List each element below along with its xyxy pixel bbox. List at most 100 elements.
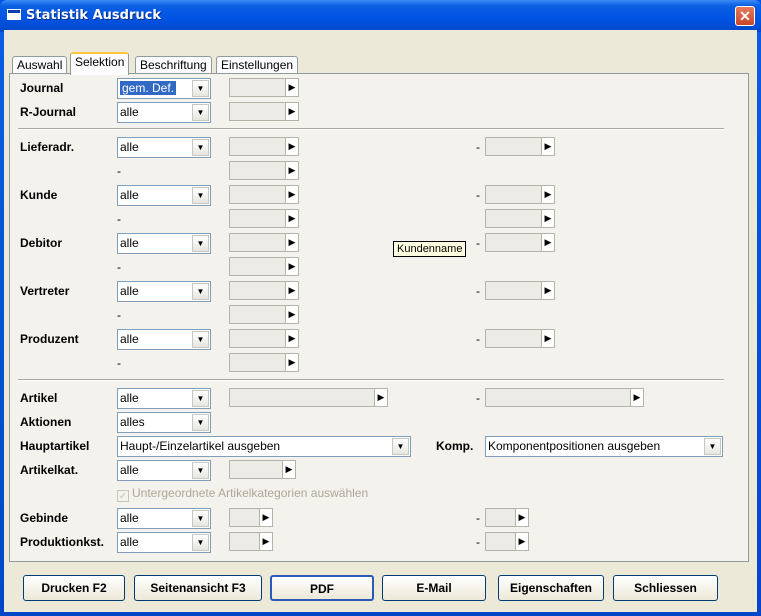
r-journal-select[interactable]: alle ▼ (117, 102, 211, 123)
arrow-right-icon[interactable]: ▶ (285, 209, 299, 228)
print-button[interactable]: Drucken F2 (23, 575, 125, 601)
artikel-select[interactable]: alle ▼ (117, 388, 211, 409)
pdf-button[interactable]: PDF (270, 575, 374, 601)
arrow-right-icon[interactable]: ▶ (541, 209, 555, 228)
chevron-down-icon: ▼ (192, 235, 209, 252)
arrow-right-icon[interactable]: ▶ (285, 102, 299, 121)
vertreter-select[interactable]: alle ▼ (117, 281, 211, 302)
close-dialog-button[interactable]: Schliessen (613, 575, 718, 601)
arrow-right-icon[interactable]: ▶ (285, 185, 299, 204)
range-dash: - (476, 391, 480, 405)
aktionen-select[interactable]: alles ▼ (117, 412, 211, 433)
separator (18, 379, 724, 381)
arrow-right-icon[interactable]: ▶ (285, 137, 299, 156)
vertreter-from-field[interactable]: ▶ (229, 281, 299, 300)
chevron-down-icon: ▼ (192, 283, 209, 300)
vertreter-right-field[interactable]: ▶ (485, 281, 555, 300)
arrow-right-icon[interactable]: ▶ (285, 329, 299, 348)
chevron-down-icon: ▼ (192, 80, 209, 97)
hauptartikel-select[interactable]: Haupt-/Einzelartikel ausgeben ▼ (117, 436, 411, 457)
subcategories-checkbox[interactable]: ✓ Untergeordnete Artikelkategorien auswäh… (117, 486, 368, 502)
arrow-right-icon[interactable]: ▶ (285, 233, 299, 252)
hauptartikel-label: Hauptartikel (20, 439, 90, 453)
lieferadr-to-field[interactable]: ▶ (229, 161, 299, 180)
kunde-right-field[interactable]: ▶ (485, 185, 555, 204)
arrow-right-icon[interactable]: ▶ (285, 161, 299, 180)
vertreter-to-field[interactable]: ▶ (229, 305, 299, 324)
debitor-to-field[interactable]: ▶ (229, 257, 299, 276)
r-journal-range-field[interactable]: ▶ (229, 102, 299, 121)
chevron-down-icon: ▼ (192, 390, 209, 407)
produktionkst-select[interactable]: alle ▼ (117, 532, 211, 553)
arrow-right-icon[interactable]: ▶ (285, 257, 299, 276)
arrow-right-icon[interactable]: ▶ (541, 281, 555, 300)
produzent-from-field[interactable]: ▶ (229, 329, 299, 348)
artikelkat-select[interactable]: alle ▼ (117, 460, 211, 481)
kunde-to-field[interactable]: ▶ (229, 209, 299, 228)
arrow-right-icon[interactable]: ▶ (285, 305, 299, 324)
arrow-right-icon[interactable]: ▶ (541, 329, 555, 348)
lieferadr-select[interactable]: alle ▼ (117, 137, 211, 158)
arrow-right-icon[interactable]: ▶ (259, 532, 273, 551)
arrow-right-icon[interactable]: ▶ (285, 281, 299, 300)
close-button[interactable]: ✕ (735, 6, 755, 26)
email-button[interactable]: E-Mail (382, 575, 486, 601)
arrow-right-icon[interactable]: ▶ (259, 508, 273, 527)
chevron-down-icon: ▼ (192, 104, 209, 121)
arrow-right-icon[interactable]: ▶ (515, 532, 529, 551)
debitor-select[interactable]: alle ▼ (117, 233, 211, 254)
debitor-right-field[interactable]: ▶ (485, 233, 555, 252)
lieferadr-from-field[interactable]: ▶ (229, 137, 299, 156)
journal-select[interactable]: gem. Def. ▼ (117, 78, 211, 99)
kunde-select[interactable]: alle ▼ (117, 185, 211, 206)
artikel-to-field[interactable]: ▶ (485, 388, 644, 407)
range-dash: - (117, 260, 121, 274)
gebinde-from-field[interactable]: ▶ (229, 508, 273, 527)
arrow-right-icon[interactable]: ▶ (285, 353, 299, 372)
arrow-right-icon[interactable]: ▶ (374, 388, 388, 407)
range-dash: - (476, 511, 480, 525)
range-dash: - (476, 535, 480, 549)
arrow-right-icon[interactable]: ▶ (541, 137, 555, 156)
journal-range-field[interactable]: ▶ (229, 78, 299, 97)
range-dash: - (476, 188, 480, 202)
produzent-select[interactable]: alle ▼ (117, 329, 211, 350)
journal-label: Journal (20, 81, 64, 95)
range-dash: - (476, 236, 480, 250)
preview-button[interactable]: Seitenansicht F3 (134, 575, 262, 601)
komp-select[interactable]: Komponentpositionen ausgeben ▼ (485, 436, 723, 457)
kunde-from-field[interactable]: ▶ (229, 185, 299, 204)
produktionkst-to-field[interactable]: ▶ (485, 532, 529, 551)
produktionkst-from-field[interactable]: ▶ (229, 532, 273, 551)
gebinde-select[interactable]: alle ▼ (117, 508, 211, 529)
debitor-from-field[interactable]: ▶ (229, 233, 299, 252)
arrow-right-icon[interactable]: ▶ (541, 233, 555, 252)
kunde-right-to-field[interactable]: ▶ (485, 209, 555, 228)
chevron-down-icon: ▼ (192, 139, 209, 156)
arrow-right-icon[interactable]: ▶ (282, 460, 296, 479)
chevron-down-icon: ▼ (192, 414, 209, 431)
lieferadr-right-field[interactable]: ▶ (485, 137, 555, 156)
arrow-right-icon[interactable]: ▶ (541, 185, 555, 204)
aktionen-label: Aktionen (20, 415, 72, 429)
range-dash: - (117, 164, 121, 178)
range-dash: - (476, 284, 480, 298)
gebinde-to-field[interactable]: ▶ (485, 508, 529, 527)
range-dash: - (476, 332, 480, 346)
separator (18, 128, 724, 130)
window-icon (7, 9, 21, 20)
arrow-right-icon[interactable]: ▶ (285, 78, 299, 97)
arrow-right-icon[interactable]: ▶ (515, 508, 529, 527)
produzent-to-field[interactable]: ▶ (229, 353, 299, 372)
arrow-right-icon[interactable]: ▶ (630, 388, 644, 407)
range-dash: - (476, 140, 480, 154)
properties-button[interactable]: Eigenschaften (498, 575, 604, 601)
komp-label: Komp. (436, 439, 474, 453)
chevron-down-icon: ▼ (192, 187, 209, 204)
artikelkat-field[interactable]: ▶ (229, 460, 296, 479)
tab-selektion[interactable]: Selektion (70, 52, 130, 75)
produzent-right-field[interactable]: ▶ (485, 329, 555, 348)
artikel-from-field[interactable]: ▶ (229, 388, 388, 407)
chevron-down-icon: ▼ (192, 462, 209, 479)
chevron-down-icon: ▼ (192, 331, 209, 348)
